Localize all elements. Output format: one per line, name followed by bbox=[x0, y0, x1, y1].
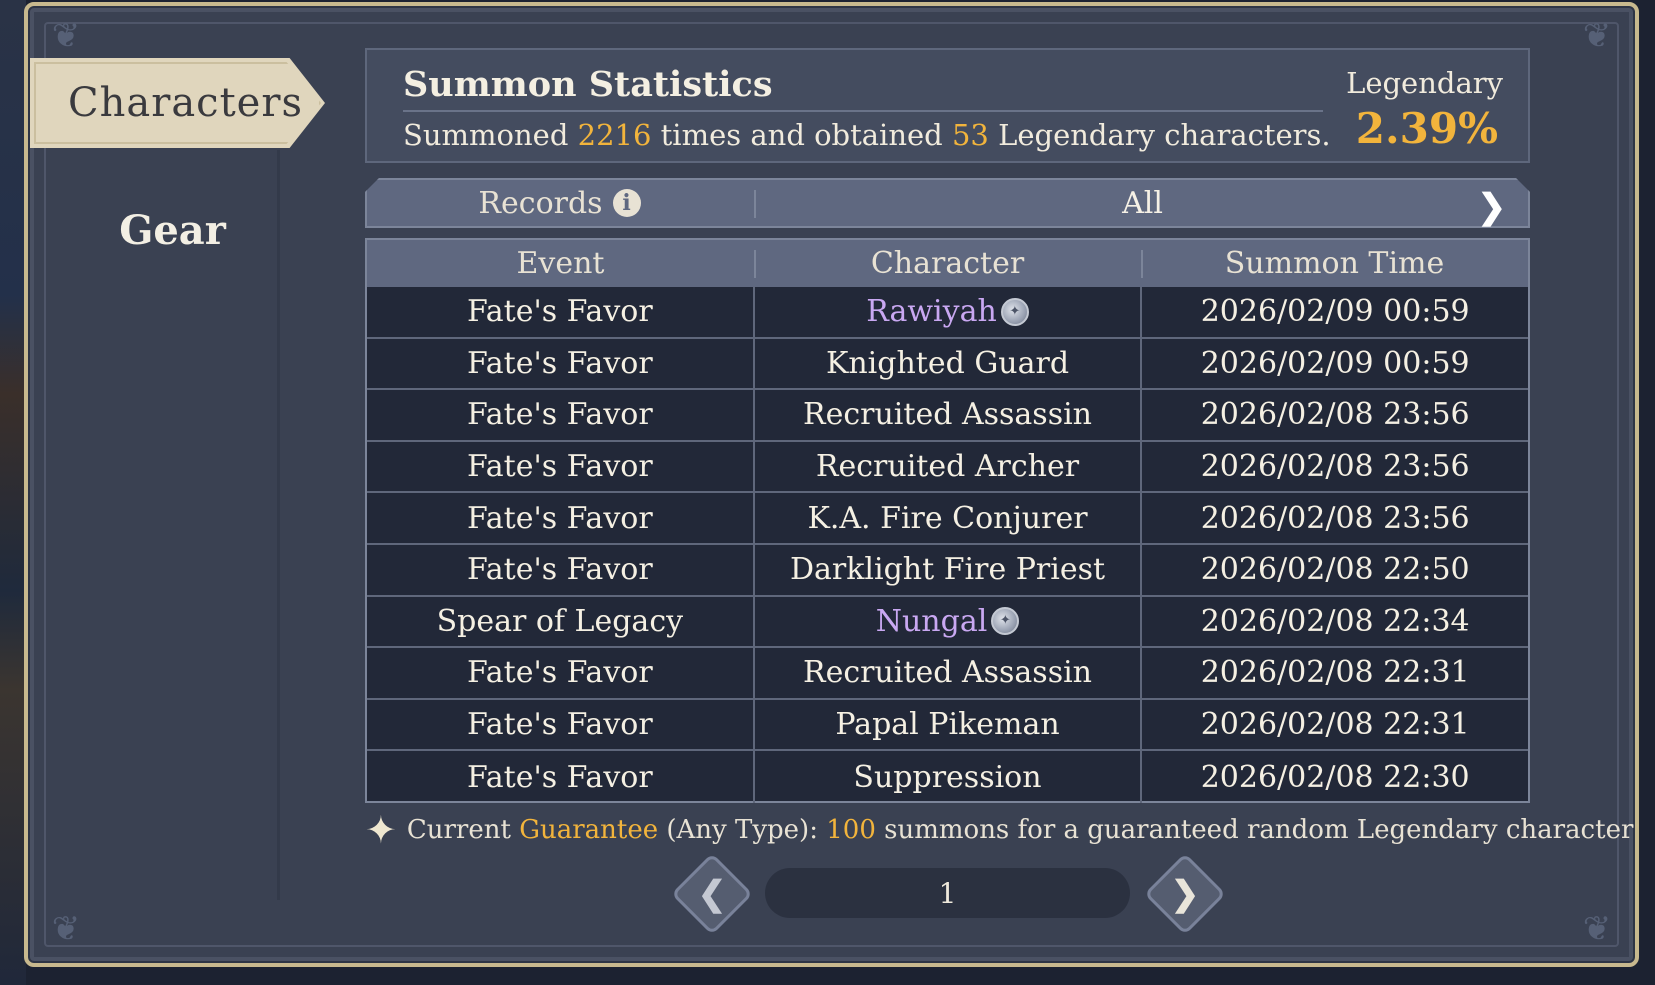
table-row: Fate's Favor Papal Pikeman 2026/02/08 22:3… bbox=[367, 699, 1528, 752]
guarantee-text: (Any Type): bbox=[658, 815, 827, 845]
divider bbox=[754, 190, 756, 218]
tab-characters-label: Characters bbox=[68, 80, 303, 126]
cell-event: Spear of Legacy bbox=[436, 603, 684, 639]
guarantee-info: ✦ Current Guarantee (Any Type): 100 summ… bbox=[365, 808, 1633, 852]
cell-event: Fate's Favor bbox=[467, 759, 653, 795]
legendary-badge-icon bbox=[1000, 297, 1029, 326]
table-body: Fate's FavorRawiyah2026/02/09 00:59Fate'… bbox=[367, 287, 1528, 803]
cell-summon-time: 2026/02/08 22:31 bbox=[1140, 699, 1528, 750]
records-info-button[interactable]: Records i bbox=[367, 180, 752, 226]
corner-ornament-icon: ❦ bbox=[51, 16, 81, 56]
column-header-event: Event bbox=[516, 246, 605, 281]
cell-character: Suppression bbox=[752, 751, 1141, 803]
table-row: Fate's Favor Rawiyah 2026/02/09 00:59 bbox=[367, 287, 1528, 339]
cell-summon-time: 2026/02/08 23:56 bbox=[1140, 441, 1528, 492]
cell-event: Fate's Favor bbox=[467, 397, 653, 433]
summon-records-table: Event Character Summon Time Fate's Favor… bbox=[365, 238, 1530, 803]
sparkle-icon: ✦ bbox=[365, 808, 397, 852]
table-row: Fate's Favor Recruited Archer 2026/02/08 2… bbox=[367, 441, 1528, 494]
summary-text: Summoned bbox=[403, 118, 578, 152]
stats-summary: Summoned 2216 times and obtained 53 Lege… bbox=[403, 118, 1331, 152]
corner-ornament-icon: ❦ bbox=[51, 909, 81, 949]
cell-event: Fate's Favor bbox=[467, 500, 653, 536]
cell-event: Fate's Favor bbox=[467, 707, 653, 743]
guarantee-highlight: Guarantee bbox=[519, 815, 659, 845]
summon-count: 2216 bbox=[577, 118, 652, 152]
chevron-right-icon: ❯ bbox=[1170, 874, 1200, 914]
character-name: Recruited Archer bbox=[815, 449, 1080, 485]
chevron-left-icon: ❮ bbox=[697, 874, 727, 914]
cell-summon-time: 2026/02/09 00:59 bbox=[1140, 338, 1528, 389]
guarantee-text: summons for a guaranteed random Legendar… bbox=[875, 815, 1634, 845]
cell-summon-time: 2026/02/08 22:34 bbox=[1140, 596, 1528, 647]
column-header-summon-time: Summon Time bbox=[1141, 240, 1528, 287]
background-strip bbox=[0, 0, 26, 985]
legendary-badge-icon bbox=[991, 607, 1020, 636]
cell-summon-time: 2026/02/08 23:56 bbox=[1140, 390, 1528, 440]
sidebar-divider bbox=[277, 150, 280, 900]
records-filter-bar: Records i All ❯ bbox=[365, 178, 1530, 228]
legendary-rate-value: 2.39% bbox=[1355, 104, 1498, 153]
cell-character: Nungal bbox=[752, 596, 1141, 647]
character-name: Recruited Assassin bbox=[803, 655, 1092, 691]
cell-summon-time: 2026/02/08 22:50 bbox=[1140, 544, 1528, 595]
cell-character: Recruited Archer bbox=[752, 441, 1141, 492]
character-name: Papal Pikeman bbox=[835, 707, 1060, 743]
table-row: Fate's Favor Recruited Assassin 2026/02/08… bbox=[367, 648, 1528, 700]
divider bbox=[403, 110, 1323, 112]
cell-event: Fate's Favor bbox=[467, 345, 653, 381]
stats-title: Summon Statistics bbox=[403, 64, 773, 105]
cell-summon-time: 2026/02/09 00:59 bbox=[1140, 287, 1528, 337]
chevron-right-icon[interactable]: ❯ bbox=[1478, 187, 1507, 227]
column-header-character: Character bbox=[754, 240, 1141, 287]
table-row: Fate's Favor K.A. Fire Conjurer 2026/02/08… bbox=[367, 493, 1528, 545]
corner-ornament-icon: ❦ bbox=[1582, 16, 1612, 56]
table-row: Fate's Favor Suppression 2026/02/08 22:30 bbox=[367, 751, 1528, 803]
cell-character: Darklight Fire Priest bbox=[752, 544, 1141, 595]
table-header: Event Character Summon Time bbox=[367, 240, 1528, 287]
cell-event: Fate's Favor bbox=[467, 294, 653, 330]
table-row: Fate's Favor Knighted Guard 2026/02/09 00:… bbox=[367, 338, 1528, 391]
legendary-rate-label: Legendary bbox=[1346, 66, 1503, 100]
summon-statistics-panel: Summon Statistics Summoned 2216 times an… bbox=[365, 48, 1530, 163]
legendary-count: 53 bbox=[951, 118, 989, 152]
tab-gear[interactable]: Gear bbox=[30, 195, 315, 265]
character-name: Suppression bbox=[853, 759, 1042, 795]
summary-text: Legendary characters. bbox=[988, 118, 1331, 152]
records-label: Records bbox=[478, 185, 603, 221]
records-type-selector[interactable]: All bbox=[757, 180, 1528, 226]
character-name: Nungal bbox=[875, 603, 988, 639]
character-name: Rawiyah bbox=[866, 294, 997, 330]
page-number: 1 bbox=[765, 868, 1130, 918]
cell-event: Fate's Favor bbox=[467, 449, 653, 485]
cell-character: Papal Pikeman bbox=[752, 699, 1141, 750]
corner-ornament-icon: ❦ bbox=[1582, 909, 1612, 949]
character-name: Recruited Assassin bbox=[803, 397, 1092, 433]
cell-character: Recruited Assassin bbox=[752, 390, 1141, 440]
cell-character: Knighted Guard bbox=[752, 338, 1141, 389]
character-name: Knighted Guard bbox=[825, 345, 1070, 381]
cell-character: Rawiyah bbox=[752, 287, 1141, 337]
tab-characters[interactable]: Characters bbox=[30, 58, 325, 148]
table-row: Spear of Legacy Nungal 2026/02/08 22:34 bbox=[367, 596, 1528, 649]
table-row: Fate's Favor Darklight Fire Priest 2026/02… bbox=[367, 544, 1528, 597]
summary-text: times and obtained bbox=[651, 118, 952, 152]
cell-summon-time: 2026/02/08 23:56 bbox=[1140, 493, 1528, 543]
guarantee-text: Current bbox=[406, 815, 511, 845]
guarantee-count: 100 bbox=[826, 815, 876, 845]
cell-summon-time: 2026/02/08 22:31 bbox=[1140, 648, 1528, 698]
character-name: K.A. Fire Conjurer bbox=[807, 500, 1088, 536]
info-icon[interactable]: i bbox=[613, 189, 641, 217]
cell-event: Fate's Favor bbox=[467, 655, 653, 691]
cell-event: Fate's Favor bbox=[467, 552, 653, 588]
table-row: Fate's Favor Recruited Assassin 2026/02/08… bbox=[367, 390, 1528, 442]
records-type-value: All bbox=[1122, 185, 1163, 221]
cell-character: Recruited Assassin bbox=[752, 648, 1141, 698]
cell-character: K.A. Fire Conjurer bbox=[752, 493, 1141, 543]
cell-summon-time: 2026/02/08 22:30 bbox=[1140, 751, 1528, 803]
tab-gear-label: Gear bbox=[119, 206, 226, 254]
character-name: Darklight Fire Priest bbox=[789, 552, 1106, 588]
